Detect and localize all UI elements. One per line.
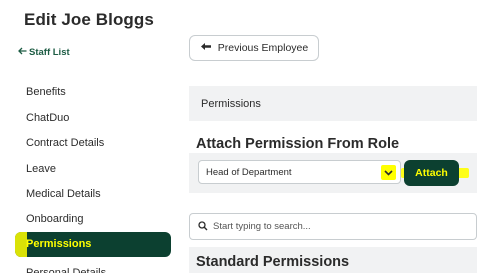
sidebar-item-benefits[interactable]: Benefits [26, 81, 66, 103]
attach-permission-title: Attach Permission From Role [196, 136, 400, 152]
role-select-value: Head of Department [206, 166, 292, 178]
chevron-down-icon[interactable] [381, 165, 396, 180]
back-link-label: Staff List [29, 47, 70, 58]
permissions-header-label: Permissions [201, 97, 261, 110]
page-title: Edit Joe Bloggs [24, 10, 154, 29]
search-box [189, 213, 477, 240]
role-select[interactable]: Head of Department [198, 160, 401, 184]
search-input[interactable] [213, 221, 453, 232]
sidebar-item-contract-details[interactable]: Contract Details [26, 132, 104, 154]
previous-employee-button[interactable]: Previous Employee [189, 35, 319, 61]
permissions-section-header: Permissions [189, 86, 477, 121]
arrow-left-icon [18, 47, 27, 58]
sidebar-item-personal-details[interactable]: Personal Details [26, 262, 106, 273]
standard-permissions-title: Standard Permissions [196, 254, 350, 270]
previous-employee-label: Previous Employee [217, 42, 309, 54]
search-icon [198, 218, 208, 236]
attach-button-label: Attach [415, 167, 448, 179]
arrow-left-icon [200, 42, 212, 54]
sidebar-item-chatduo[interactable]: ChatDuo [26, 107, 69, 129]
attach-button[interactable]: Attach [404, 160, 459, 186]
sidebar-item-medical-details[interactable]: Medical Details [26, 183, 101, 205]
back-to-staff-list-link[interactable]: Staff List [18, 47, 70, 58]
sidebar-item-leave[interactable]: Leave [26, 158, 56, 180]
sidebar-item-onboarding[interactable]: Onboarding [26, 208, 84, 230]
active-item-highlight [15, 232, 27, 257]
sidebar-item-permissions[interactable]: Permissions [15, 232, 171, 257]
